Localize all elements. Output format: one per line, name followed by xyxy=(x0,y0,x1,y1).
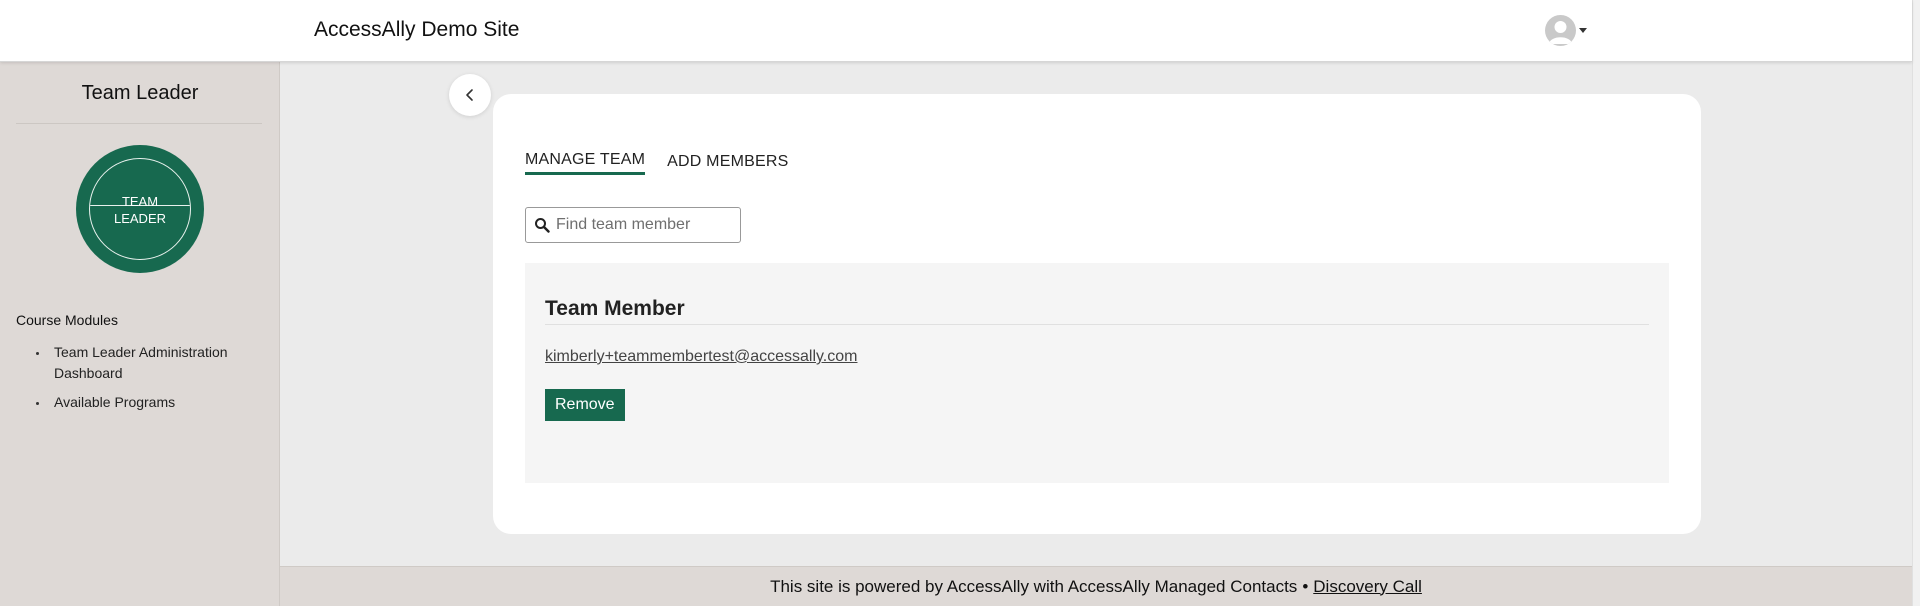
bullet-icon xyxy=(36,352,39,355)
user-menu-toggle[interactable] xyxy=(1545,15,1587,46)
footer-separator: • xyxy=(1302,576,1309,596)
bullet-icon xyxy=(36,402,39,405)
sidebar-item-available-programs[interactable]: Available Programs xyxy=(36,392,246,413)
site-footer: This site is powered by AccessAlly with … xyxy=(280,566,1912,606)
badge-text: TEAM LEADER xyxy=(90,193,190,227)
panel-title: Team Member xyxy=(545,297,685,320)
badge-text-line1: TEAM xyxy=(121,194,159,209)
sidebar: Team Leader TEAM LEADER Course Modules T… xyxy=(0,62,280,606)
caret-down-icon[interactable] xyxy=(1579,28,1587,33)
chevron-left-icon xyxy=(466,89,473,101)
user-avatar-icon[interactable] xyxy=(1545,15,1576,46)
team-tabs: MANAGE TEAM ADD MEMBERS xyxy=(525,151,810,175)
collapse-sidebar-button[interactable] xyxy=(449,74,491,116)
member-email-link[interactable]: kimberly+teammembertest@accessally.com xyxy=(545,348,857,366)
site-title[interactable]: AccessAlly Demo Site xyxy=(314,18,519,42)
badge-text-line2: LEADER xyxy=(113,211,167,226)
footer-text: This site is powered by AccessAlly with … xyxy=(770,576,1298,596)
sidebar-item-label[interactable]: Team Leader Administration Dashboard xyxy=(54,344,228,381)
tab-add-members[interactable]: ADD MEMBERS xyxy=(667,151,788,175)
team-leader-badge: TEAM LEADER xyxy=(76,145,204,273)
course-modules-list: Team Leader Administration Dashboard Ava… xyxy=(36,342,246,421)
page-scrollbar[interactable] xyxy=(1912,0,1920,606)
remove-member-button[interactable]: Remove xyxy=(545,389,625,421)
tab-manage-team[interactable]: MANAGE TEAM xyxy=(525,151,646,175)
search-input[interactable] xyxy=(556,216,731,234)
sidebar-item-admin-dashboard[interactable]: Team Leader Administration Dashboard xyxy=(36,342,246,384)
sidebar-title: Team Leader xyxy=(81,82,199,104)
team-member-panel: Team Member kimberly+teammembertest@acce… xyxy=(525,263,1669,483)
discovery-call-link[interactable]: Discovery Call xyxy=(1313,577,1422,597)
team-member-search[interactable] xyxy=(525,207,741,243)
top-header: AccessAlly Demo Site xyxy=(0,0,1912,62)
panel-divider xyxy=(545,324,1649,325)
sidebar-divider xyxy=(16,123,262,124)
badge-ring: TEAM LEADER xyxy=(89,158,191,260)
search-icon xyxy=(534,217,550,233)
course-modules-label: Course Modules xyxy=(16,312,118,328)
main-card: MANAGE TEAM ADD MEMBERS Team Member kimb… xyxy=(493,94,1701,534)
sidebar-item-label[interactable]: Available Programs xyxy=(54,394,175,410)
